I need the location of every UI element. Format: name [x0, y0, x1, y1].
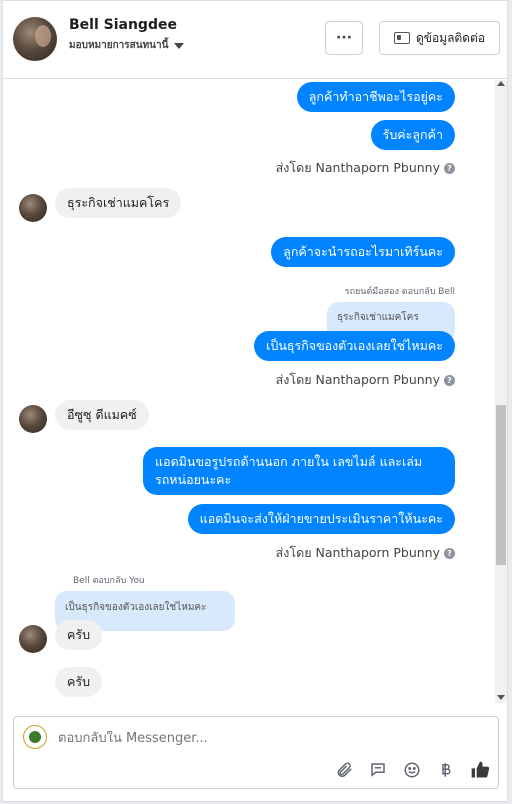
message-line: แอดมินขอรูปรถด้านนอก ภายใน เลขไมล์ และเล… [155, 454, 423, 469]
sent-by-text: ส่งโดย Nanthaporn Pbunny [275, 372, 440, 387]
reply-context-label: Bell ตอบกลับ You [73, 576, 145, 586]
chevron-down-icon [174, 42, 185, 49]
scrollbar-thumb[interactable] [496, 405, 506, 565]
thumbs-up-icon[interactable] [470, 760, 490, 780]
thread-scrollbar[interactable] [495, 80, 507, 703]
contact-card-icon [393, 32, 410, 44]
view-contact-info-label: ดูข้อมูลติดต่อ [415, 30, 486, 45]
scroll-down-arrow-icon[interactable] [497, 695, 505, 700]
sent-by-text: ส่งโดย Nanthaporn Pbunny [275, 545, 440, 560]
help-icon[interactable]: ? [444, 547, 455, 559]
message-input[interactable] [58, 731, 458, 746]
contact-avatar[interactable] [13, 17, 57, 61]
scroll-up-arrow-icon[interactable] [497, 81, 505, 86]
more-options-button[interactable]: ··· [325, 21, 363, 55]
message-outgoing[interactable]: เป็นธุรกิจของตัวเองเลยใช่ไหมคะ [254, 331, 455, 361]
message-thread[interactable]: ลูกค้าทำอาชีพอะไรอยู่คะ รับค่ะลูกค้า ส่ง… [3, 80, 493, 703]
message-outgoing[interactable]: แอดมินจะส่งให้ฝ่ายขายประเมินราคาให้นะคะ [187, 504, 455, 534]
sent-by-label: ส่งโดย Nanthaporn Pbunny ? [276, 543, 455, 563]
assign-dropdown[interactable]: มอบหมายการสนทนานี้ [69, 38, 185, 53]
sent-by-text: ส่งโดย Nanthaporn Pbunny [275, 160, 440, 175]
message-outgoing[interactable]: แอดมินขอรูปรถด้านนอก ภายใน เลขไมล์ และเล… [143, 447, 455, 495]
conversation-header: Bell Siangdee มอบหมายการสนทนานี้ ··· ดูข… [3, 1, 507, 79]
contact-avatar-small [19, 194, 47, 222]
contact-avatar-small [19, 405, 47, 433]
message-outgoing[interactable]: ลูกค้าจะนำรถอะไรมาเทิร์นคะ [271, 237, 455, 267]
reply-context-label: รถยนต์มือสอง ตอบกลับ Bell [344, 287, 455, 297]
message-outgoing[interactable]: ลูกค้าทำอาชีพอะไรอยู่คะ [296, 82, 455, 112]
chat-bubbles-icon[interactable] [368, 760, 388, 780]
view-contact-info-button[interactable]: ดูข้อมูลติดต่อ [379, 21, 500, 55]
help-icon[interactable]: ? [444, 162, 455, 174]
help-icon[interactable]: ? [444, 374, 455, 386]
baht-icon[interactable] [436, 760, 456, 780]
message-incoming[interactable]: ครับ [55, 620, 103, 650]
contact-name[interactable]: Bell Siangdee [69, 17, 177, 33]
composer-toolbar [334, 760, 490, 780]
page-avatar [23, 725, 47, 749]
message-incoming[interactable]: ธุระกิจเช่าแมคโคร [55, 188, 182, 218]
assign-label: มอบหมายการสนทนานี้ [69, 40, 169, 51]
sent-by-label: ส่งโดย Nanthaporn Pbunny ? [276, 370, 455, 390]
sent-by-label: ส่งโดย Nanthaporn Pbunny ? [276, 158, 455, 178]
reply-composer[interactable] [13, 716, 499, 789]
message-incoming[interactable]: อีซูซุ ดีแมคซ์ [55, 400, 149, 430]
smiley-icon[interactable] [402, 760, 422, 780]
paperclip-icon[interactable] [334, 760, 354, 780]
message-incoming[interactable]: ครับ [55, 667, 103, 697]
conversation-panel: Bell Siangdee มอบหมายการสนทนานี้ ··· ดูข… [2, 0, 508, 802]
message-line: รถหน่อยนะคะ [155, 472, 232, 487]
message-outgoing[interactable]: รับค่ะลูกค้า [370, 120, 455, 150]
contact-avatar-small [19, 625, 47, 653]
